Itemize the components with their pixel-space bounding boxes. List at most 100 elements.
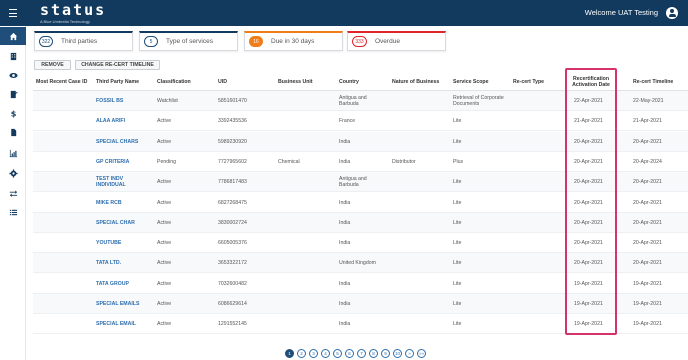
table-row[interactable]: SPECIAL CHARS Active 5989230920 India Lite 20… [33, 131, 688, 152]
card-overdue[interactable]: 333 Overdue [347, 31, 446, 51]
table-row[interactable]: MIKE RCB Active 6827268475 India Lite 20-Apr-… [33, 193, 688, 213]
cell-scope: Lite [453, 280, 462, 287]
overdue-count: 333 [352, 36, 367, 47]
third-parties-label: Third parties [61, 38, 98, 45]
sidebar-item-transfers[interactable] [0, 184, 26, 202]
dollar-icon: $ [10, 109, 16, 118]
cell-activation: 21-Apr-2021 [574, 118, 603, 125]
col-recert-timeline[interactable]: Re-cert Timeline [633, 79, 673, 85]
cell-country: India [339, 199, 351, 206]
cell-timeline: 20-Apr-2021 [633, 199, 662, 206]
gear-icon [8, 168, 18, 178]
cell-classification: Active [157, 260, 172, 267]
cell-scope: Lite [453, 301, 462, 307]
card-third-parties[interactable]: 322 Third parties [34, 31, 133, 51]
table-row[interactable]: TEST INDV INDIVIDUAL Active 7786817483 Anti… [33, 172, 688, 193]
page-button[interactable]: 4 [321, 349, 330, 358]
col-uid[interactable]: UID [218, 79, 227, 85]
page-button[interactable]: 7 [357, 349, 366, 358]
col-classification[interactable]: Classification [157, 79, 191, 85]
table-row[interactable]: SPECIAL CHAR Active 3830002724 India Lite 20-… [33, 212, 688, 233]
page-button[interactable]: 8 [369, 349, 378, 358]
file-icon [10, 128, 16, 136]
cell-scope: Retrieval of Corporate Documents [453, 95, 504, 107]
cell-name[interactable]: TEST INDV INDIVIDUAL [96, 176, 151, 188]
col-recert-activation-date[interactable]: Recertification Activation Date [568, 76, 614, 88]
hamburger-line [9, 16, 17, 18]
cell-activation: 20-Apr-2021 [574, 158, 603, 165]
table-row[interactable]: SPECIAL EMAILS Active 6086629614 India Lite 1… [33, 294, 688, 314]
page-button[interactable]: 1 [285, 349, 294, 358]
cell-timeline: 21-Apr-2021 [633, 118, 662, 125]
page-button[interactable]: 5 [333, 349, 342, 358]
welcome-text: Welcome UAT Testing [584, 8, 658, 17]
sidebar-item-third-parties[interactable] [0, 47, 26, 65]
cell-uid: 5989230920 [218, 138, 247, 145]
user-account-icon[interactable] [666, 7, 678, 19]
sidebar-item-reports[interactable] [0, 144, 26, 162]
logo-tagline: A Blue Umbrella Technology [40, 19, 90, 24]
page-button[interactable]: 10 [393, 349, 402, 358]
sidebar-item-tasks[interactable] [0, 203, 26, 221]
cell-country: India [339, 240, 351, 247]
table-row[interactable]: TATA LTD. Active 3653322172 United Kingdom L… [33, 253, 688, 274]
cell-name[interactable]: TATA GROUP [96, 281, 151, 287]
cell-activation: 19-Apr-2021 [574, 321, 603, 328]
cell-scope: Lite [453, 260, 462, 267]
sidebar-item-files[interactable] [0, 123, 26, 141]
cell-classification: Active [157, 280, 172, 287]
col-business-unit[interactable]: Business Unit [278, 79, 313, 85]
cell-timeline: 20-Apr-2021 [633, 219, 662, 226]
svg-text:$: $ [10, 109, 16, 118]
cell-name[interactable]: SPECIAL EMAIL [96, 321, 151, 327]
col-case-id[interactable]: Most Recent Case ID [36, 79, 87, 85]
cell-country: India [339, 301, 351, 307]
card-type-of-services[interactable]: 5 Type of services [139, 31, 238, 51]
col-recert-type[interactable]: Re-cert Type [513, 79, 544, 85]
col-service-scope[interactable]: Service Scope [453, 79, 488, 85]
table-row[interactable]: SPECIAL EMAIL Active 1291552145 India Lite 19… [33, 314, 688, 335]
top-bar: status A Blue Umbrella Technology Welcom… [0, 0, 688, 26]
page-button[interactable]: »» [417, 349, 426, 358]
cell-name[interactable]: GP CRITERIA [96, 159, 151, 165]
cell-country: India [339, 138, 351, 145]
page-button[interactable]: 9 [381, 349, 390, 358]
sidebar-item-home[interactable] [0, 27, 26, 45]
cell-scope: Lite [453, 240, 462, 247]
cell-name[interactable]: YOUTUBE [96, 240, 151, 246]
cell-name[interactable]: MIKE RCB [96, 200, 151, 206]
sidebar-item-monitoring[interactable] [0, 66, 26, 84]
cell-activation: 20-Apr-2021 [574, 138, 603, 145]
col-country[interactable]: Country [339, 79, 359, 85]
cell-classification: Active [157, 138, 172, 145]
col-third-party-name[interactable]: Third Party Name [96, 79, 139, 85]
table-row[interactable]: GP CRITERIA Pending 7727965602 Chemical Indi… [33, 152, 688, 172]
cell-name[interactable]: TATA LTD. [96, 260, 151, 266]
cell-name[interactable]: SPECIAL CHAR [96, 220, 151, 226]
page-button[interactable]: 6 [345, 349, 354, 358]
table-row[interactable]: ALAA ARIFI Active 3392435536 France Lite 21-A… [33, 111, 688, 132]
sidebar-item-billing[interactable]: $ [0, 104, 26, 122]
cell-name[interactable]: ALAA ARIFI [96, 118, 151, 124]
table-row[interactable]: FOSSIL BS Watchlist 5851601470 Antigua and … [33, 91, 688, 111]
change-recert-timeline-button[interactable]: CHANGE RE-CERT TIMELINE [75, 60, 160, 70]
cell-name[interactable]: SPECIAL CHARS [96, 139, 151, 145]
cell-classification: Active [157, 219, 172, 226]
card-due-in-30-days[interactable]: 16 Due in 30 days [244, 31, 343, 51]
cell-scope: Plus [453, 158, 464, 165]
page-button[interactable]: 2 [297, 349, 306, 358]
cell-name[interactable]: SPECIAL EMAILS [96, 301, 151, 307]
sidebar-item-settings[interactable] [0, 164, 26, 182]
remove-button[interactable]: REMOVE [34, 60, 71, 70]
table-row[interactable]: TATA GROUP Active 7032600482 India Lite 19-Ap… [33, 274, 688, 294]
page-button[interactable]: » [405, 349, 414, 358]
cell-activation: 19-Apr-2021 [574, 301, 603, 307]
col-nature-of-business[interactable]: Nature of Business [392, 79, 439, 85]
sidebar-item-documents[interactable] [0, 85, 26, 103]
status-logo[interactable]: status A Blue Umbrella Technology [40, 3, 106, 25]
cell-name[interactable]: FOSSIL BS [96, 98, 151, 104]
page-button[interactable]: 3 [309, 349, 318, 358]
menu-toggle-button[interactable] [0, 0, 26, 26]
table-row[interactable]: YOUTUBE Active 6605005376 India Lite 20-Apr-2… [33, 233, 688, 254]
third-parties-count: 322 [39, 36, 53, 47]
